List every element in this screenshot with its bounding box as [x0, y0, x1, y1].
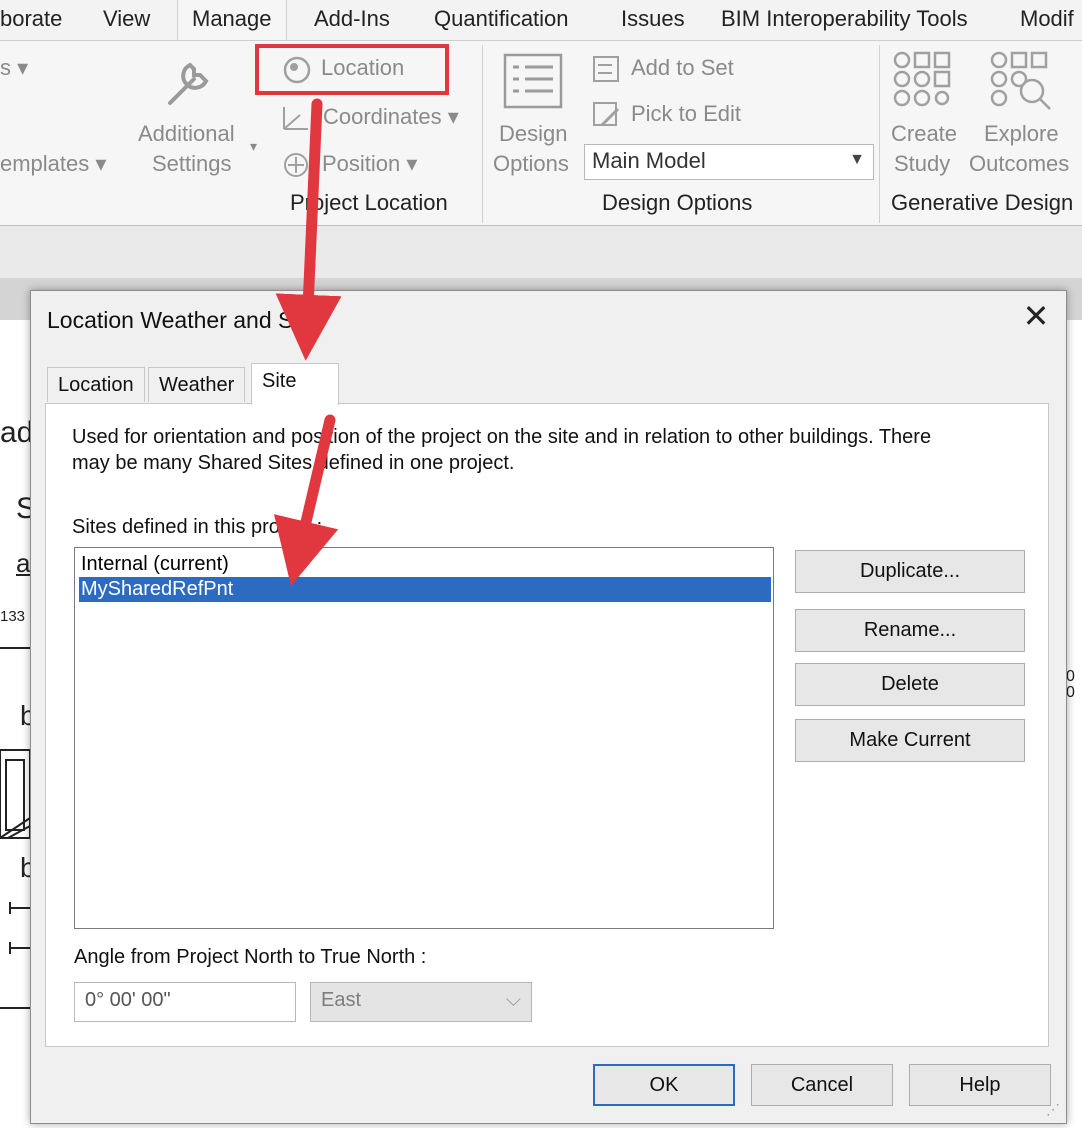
tab-modify[interactable]: Modif — [1020, 6, 1074, 32]
tab-bim-interoperability-tools[interactable]: BIM Interoperability Tools — [721, 6, 968, 32]
angle-input[interactable]: 0° 00' 00" — [74, 982, 296, 1022]
list-item[interactable]: Internal (current) — [79, 552, 771, 577]
add-to-set-button[interactable]: Add to Set — [631, 53, 734, 83]
coordinates-icon — [282, 105, 310, 136]
tab-issues[interactable]: Issues — [621, 6, 685, 32]
tab-collaborate[interactable]: borate — [0, 6, 62, 32]
delete-button[interactable]: Delete — [795, 663, 1025, 706]
make-current-button[interactable]: Make Current — [795, 719, 1025, 762]
angle-label: Angle from Project North to True North : — [74, 946, 427, 968]
panel-divider — [482, 45, 483, 223]
drawing-text-fragment: 0 — [1066, 684, 1075, 701]
help-button[interactable]: Help — [909, 1064, 1051, 1106]
create-study-icon — [893, 51, 955, 118]
chevron-down-icon: ⌵ — [505, 989, 521, 1011]
sites-list-label: Sites defined in this project : — [72, 516, 323, 538]
description-line-2: may be many Shared Sites defined in one … — [72, 452, 515, 474]
design-option-select[interactable]: Main Model ▼ — [584, 144, 874, 180]
panel-divider — [879, 45, 880, 223]
tab-add-ins[interactable]: Add-Ins — [314, 6, 390, 32]
ribbon-tab-bar: borate View Manage Add-Ins Quantificatio… — [0, 0, 1082, 44]
position-icon — [282, 151, 310, 184]
drawing-text-fragment: 133 — [0, 608, 26, 625]
create-study-label-2[interactable]: Study — [894, 149, 950, 179]
pick-to-edit-button[interactable]: Pick to Edit — [631, 99, 741, 129]
additional-settings-label-1[interactable]: Additional — [138, 119, 235, 149]
site-tab-page: Used for orientation and position of the… — [45, 403, 1049, 1047]
duplicate-button[interactable]: Duplicate... — [795, 550, 1025, 593]
chevron-down-icon[interactable]: ▾ — [250, 131, 257, 161]
wrench-icon — [160, 51, 220, 116]
tab-weather[interactable]: Weather — [148, 367, 246, 402]
cancel-button[interactable]: Cancel — [751, 1064, 893, 1106]
sites-listbox[interactable]: Internal (current) MySharedRefPnt — [74, 547, 774, 929]
view-toolstrip — [0, 226, 1082, 278]
chevron-down-icon: ▼ — [849, 151, 865, 168]
location-weather-site-dialog: Location Weather and Site ✕ Location Wea… — [30, 290, 1067, 1124]
panel-label-project-location: Project Location — [290, 190, 448, 215]
additional-settings-label-2[interactable]: Settings — [152, 149, 232, 179]
list-item-selected[interactable]: MySharedRefPnt — [79, 577, 771, 602]
drawing-text-fragment: a — [16, 548, 31, 578]
left-dropdown[interactable]: s ▾ — [0, 53, 28, 83]
direction-value: East — [321, 989, 362, 1011]
design-options-label-1[interactable]: Design — [499, 119, 567, 149]
tab-manage[interactable]: Manage — [177, 0, 287, 44]
ok-button[interactable]: OK — [593, 1064, 735, 1106]
rename-button[interactable]: Rename... — [795, 609, 1025, 652]
create-study-label-1[interactable]: Create — [891, 119, 957, 149]
pick-to-edit-icon — [592, 101, 622, 134]
resize-grip-icon[interactable]: ⋰ — [1046, 1101, 1060, 1118]
design-options-label-2[interactable]: Options — [493, 149, 569, 179]
design-options-icon — [503, 53, 563, 114]
ribbon-panel-area: s ▾ emplates ▾ Additional Settings ▾ Loc… — [0, 40, 1082, 226]
position-dropdown[interactable]: Position ▾ — [322, 149, 417, 179]
explore-outcomes-label-2[interactable]: Outcomes — [969, 149, 1069, 179]
close-icon[interactable]: ✕ — [1021, 299, 1051, 333]
location-highlight-box — [255, 44, 449, 95]
tab-site[interactable]: Site — [251, 363, 339, 405]
panel-label-generative-design: Generative Design — [891, 190, 1074, 215]
design-option-value: Main Model — [592, 148, 706, 173]
drawing-text-fragment: ad — [0, 416, 34, 449]
tab-location[interactable]: Location — [47, 367, 145, 402]
explore-outcomes-label-1[interactable]: Explore — [984, 119, 1059, 149]
coordinates-dropdown[interactable]: Coordinates ▾ — [323, 102, 459, 132]
tab-view[interactable]: View — [103, 6, 150, 32]
tab-quantification[interactable]: Quantification — [434, 6, 569, 32]
explore-outcomes-icon — [990, 51, 1056, 118]
dialog-title: Location Weather and Site — [47, 307, 318, 333]
direction-select: East ⌵ — [310, 982, 532, 1022]
add-to-set-icon — [592, 55, 622, 88]
description-line-1: Used for orientation and position of the… — [72, 426, 932, 448]
panel-label-design-options: Design Options — [602, 190, 753, 215]
templates-dropdown[interactable]: emplates ▾ — [0, 149, 106, 179]
